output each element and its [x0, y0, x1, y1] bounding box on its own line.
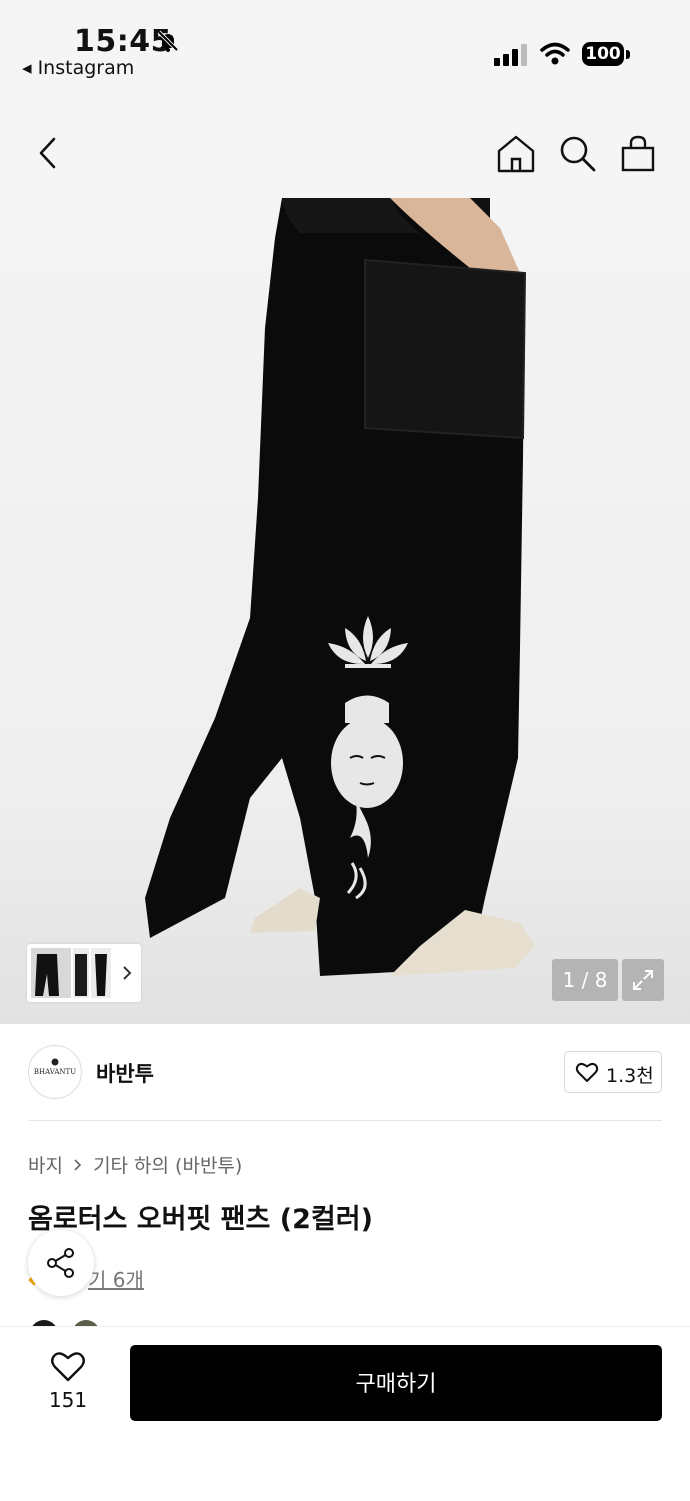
share-button[interactable] [28, 1230, 94, 1296]
thumbnail-strip[interactable] [27, 944, 141, 1002]
brand-like-count: 1.3천 [606, 1065, 654, 1087]
heart-icon [575, 1063, 599, 1082]
battery-cap [626, 50, 630, 59]
product-title: 옴로터스 오버핏 팬츠 (2컬러) [28, 1204, 373, 1235]
wishlist-count: 151 [48, 1388, 88, 1412]
brand-logo[interactable]: BHAVANTU [28, 1045, 82, 1099]
image-counter: 1 / 8 [552, 959, 618, 1001]
battery-indicator: 100 [582, 42, 624, 66]
share-icon [47, 1248, 74, 1278]
home-icon[interactable] [496, 134, 536, 174]
shopping-bag-icon[interactable] [618, 134, 658, 174]
chevron-right-icon [123, 966, 132, 980]
wifi-icon [540, 42, 570, 65]
breadcrumb: 바지 기타 하의 (바반투) [28, 1151, 242, 1178]
expand-image-button[interactable] [622, 959, 664, 1001]
review-count-link[interactable]: 기 6개 [88, 1264, 144, 1293]
search-icon[interactable] [558, 134, 598, 174]
brand-name[interactable]: 바반투 [96, 1058, 154, 1088]
breadcrumb-item-subcategory[interactable]: 기타 하의 (바반투) [93, 1155, 242, 1177]
expand-icon [633, 970, 653, 990]
divider [28, 1120, 662, 1121]
brand-emblem-icon [51, 1058, 59, 1066]
chevron-right-icon [74, 1159, 82, 1171]
brand-like-button[interactable]: 1.3천 [564, 1051, 662, 1093]
bell-muted-icon [157, 30, 179, 52]
product-image[interactable] [0, 198, 690, 1024]
back-arrow-icon[interactable] [28, 134, 68, 174]
back-to-app-link[interactable]: ◂ Instagram [22, 57, 134, 79]
breadcrumb-item-category[interactable]: 바지 [28, 1155, 63, 1177]
brand-logo-text: BHAVANTU [33, 1068, 77, 1076]
product-photo-illustration [145, 198, 535, 976]
wishlist-heart-icon[interactable] [50, 1350, 86, 1382]
buy-button[interactable]: 구매하기 [130, 1345, 662, 1421]
cellular-signal-icon [494, 44, 527, 66]
